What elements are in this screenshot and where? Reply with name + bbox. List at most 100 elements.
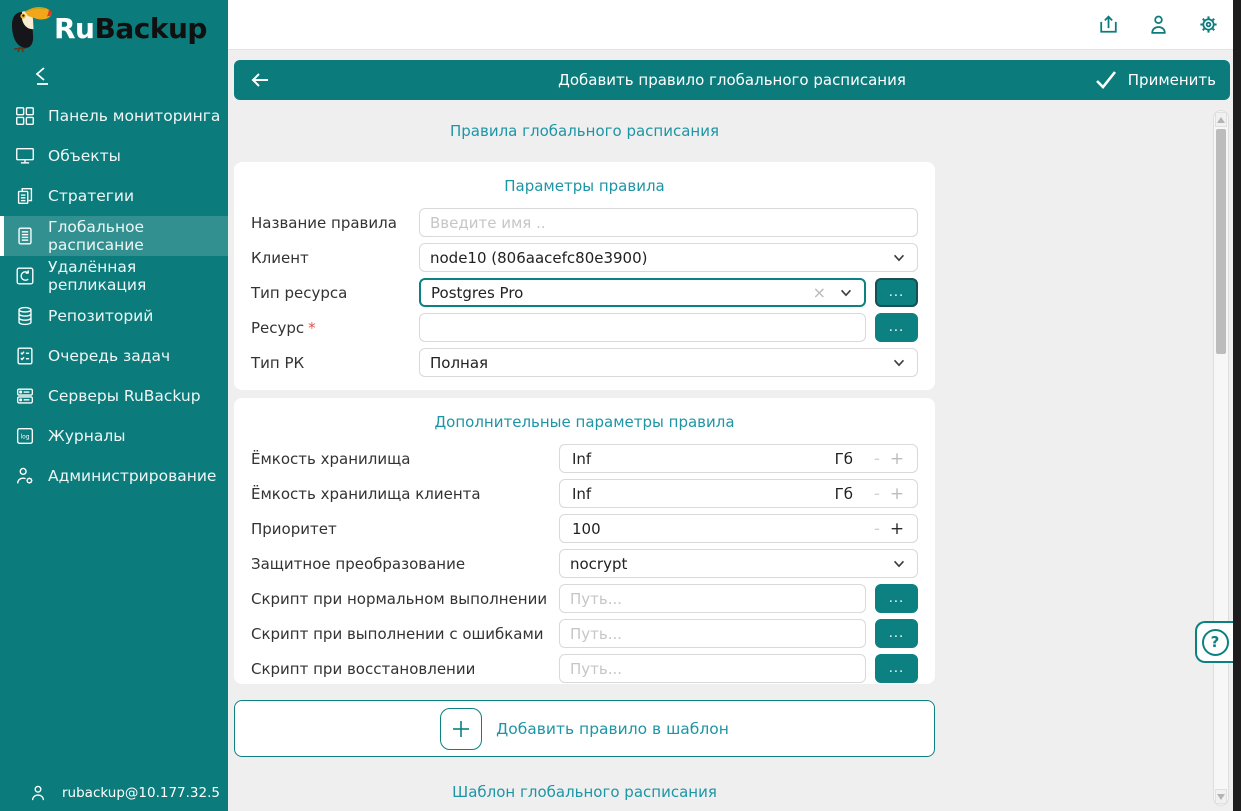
sidebar-item-objects[interactable]: Объекты <box>0 136 228 176</box>
rule-name-input[interactable] <box>419 208 918 237</box>
servers-icon <box>14 385 36 407</box>
sidebar-item-label: Серверы RuBackup <box>48 387 201 405</box>
resource-browse-button[interactable]: ... <box>875 313 918 342</box>
client-value: node10 (806aacefc80e3900) <box>430 249 891 267</box>
additional-params-card: Дополнительные параметры правила Ёмкость… <box>234 398 935 684</box>
storage-capacity-input[interactable] <box>570 449 835 469</box>
scroll-down-button[interactable] <box>1215 789 1227 804</box>
sidebar-item-label: Панель мониторинга <box>48 107 220 125</box>
script-error-input[interactable] <box>559 619 866 648</box>
backup-type-label: Тип РК <box>251 354 419 372</box>
rule-params-title: Параметры правила <box>251 177 918 195</box>
script-error-browse-button[interactable]: ... <box>875 619 918 648</box>
sidebar-item-strategies[interactable]: Стратегии <box>0 176 228 216</box>
collapse-sidebar-icon[interactable] <box>32 64 58 90</box>
script-restore-input[interactable] <box>559 654 866 683</box>
sidebar-item-administration[interactable]: Администрирование <box>0 456 228 496</box>
window-right-edge <box>1233 0 1241 811</box>
crypto-value: nocrypt <box>570 555 891 573</box>
question-icon: ? <box>1202 629 1229 656</box>
minus-button[interactable]: - <box>867 484 887 504</box>
help-button[interactable]: ? <box>1195 621 1233 663</box>
crypto-row: Защитное преобразование nocrypt <box>251 549 918 578</box>
plus-button[interactable]: + <box>887 449 907 469</box>
sidebar-item-label: Администрирование <box>48 467 216 485</box>
sidebar-item-label: Глобальное расписание <box>48 218 228 254</box>
script-normal-browse-button[interactable]: ... <box>875 584 918 613</box>
scrollbar-thumb[interactable] <box>1216 129 1226 354</box>
rule-name-label: Название правила <box>251 214 419 232</box>
sidebar-item-task-queue[interactable]: Очередь задач <box>0 336 228 376</box>
storage-capacity-stepper: Гб - + <box>559 444 918 473</box>
sidebar-item-label: Объекты <box>48 147 121 165</box>
sidebar-item-remote-replication[interactable]: Удалённая репликация <box>0 256 228 296</box>
script-normal-input[interactable] <box>559 584 866 613</box>
chevron-down-icon <box>838 287 854 299</box>
user-icon <box>28 783 48 803</box>
sidebar-item-servers[interactable]: Серверы RuBackup <box>0 376 228 416</box>
crypto-label: Защитное преобразование <box>251 555 559 573</box>
clear-icon[interactable]: × <box>813 285 826 301</box>
resource-input[interactable] <box>419 313 866 342</box>
sidebar-item-dashboard[interactable]: Панель мониторинга <box>0 96 228 136</box>
schedule-icon <box>14 225 36 247</box>
storage-capacity-row: Ёмкость хранилища Гб - + <box>251 444 918 473</box>
form-header-bar: Добавить правило глобального расписания … <box>234 60 1230 100</box>
script-normal-row: Скрипт при нормальном выполнении ... <box>251 584 918 613</box>
script-restore-row: Скрипт при восстановлении ... <box>251 654 918 683</box>
crypto-select[interactable]: nocrypt <box>559 549 918 578</box>
storage-capacity-label: Ёмкость хранилища <box>251 450 559 468</box>
resource-label: Ресурс* <box>251 319 419 337</box>
sidebar-nav: Панель мониторинга Объекты Стратегии <box>0 96 228 496</box>
backup-type-select[interactable]: Полная <box>419 348 918 377</box>
dashboard-icon <box>14 105 36 127</box>
plus-button[interactable]: + <box>887 484 907 504</box>
plus-button[interactable]: + <box>887 519 907 539</box>
chevron-down-icon <box>891 357 907 369</box>
vertical-scrollbar[interactable] <box>1213 110 1229 806</box>
plus-icon <box>440 708 482 750</box>
client-storage-capacity-label: Ёмкость хранилища клиента <box>251 485 559 503</box>
session-user-label: rubackup@10.177.32.5 <box>62 785 220 801</box>
resource-type-combobox[interactable]: Postgres Pro × <box>419 278 866 307</box>
client-storage-capacity-unit: Гб <box>835 485 853 503</box>
template-section-title: Шаблон глобального расписания <box>234 783 935 801</box>
session-user: rubackup@10.177.32.5 <box>0 783 228 803</box>
scroll-up-button[interactable] <box>1215 112 1227 127</box>
sidebar-item-global-schedule[interactable]: Глобальное расписание <box>0 216 228 256</box>
chevron-down-icon <box>891 558 907 570</box>
priority-input[interactable] <box>570 519 867 539</box>
administration-icon <box>14 465 36 487</box>
scroll-down-icon <box>1217 794 1225 800</box>
apply-button[interactable]: Применить <box>1093 69 1216 91</box>
back-arrow-icon[interactable] <box>248 66 276 94</box>
sidebar-item-label: Очередь задач <box>48 347 170 365</box>
topbar <box>228 0 1241 50</box>
client-storage-capacity-input[interactable] <box>570 484 835 504</box>
scroll-up-icon <box>1217 117 1225 123</box>
client-storage-capacity-row: Ёмкость хранилища клиента Гб - + <box>251 479 918 508</box>
upload-icon[interactable] <box>1095 12 1121 38</box>
client-select[interactable]: node10 (806aacefc80e3900) <box>419 243 918 272</box>
chevron-down-icon <box>891 252 907 264</box>
sidebar-item-logs[interactable]: log Журналы <box>0 416 228 456</box>
resource-type-browse-button[interactable]: ... <box>875 278 918 307</box>
priority-stepper: - + <box>559 514 918 543</box>
gear-icon[interactable] <box>1195 12 1221 38</box>
form-title: Добавить правило глобального расписания <box>234 71 1230 89</box>
script-normal-label: Скрипт при нормальном выполнении <box>251 590 559 608</box>
svg-text:log: log <box>20 433 29 440</box>
sidebar-item-repository[interactable]: Репозиторий <box>0 296 228 336</box>
additional-params-title: Дополнительные параметры правила <box>251 413 918 431</box>
sidebar-item-label: Удалённая репликация <box>48 258 228 294</box>
minus-button[interactable]: - <box>867 449 887 469</box>
main-content: Добавить правило глобального расписания … <box>228 50 1233 811</box>
user-icon[interactable] <box>1145 12 1171 38</box>
rule-params-card: Параметры правила Название правила Клиен… <box>234 162 935 390</box>
minus-button[interactable]: - <box>867 519 887 539</box>
script-restore-browse-button[interactable]: ... <box>875 654 918 683</box>
add-rule-to-template-button[interactable]: Добавить правило в шаблон <box>234 700 935 757</box>
sidebar-item-label: Репозиторий <box>48 307 153 325</box>
repository-icon <box>14 305 36 327</box>
app-logo: RuBackup <box>0 0 228 54</box>
